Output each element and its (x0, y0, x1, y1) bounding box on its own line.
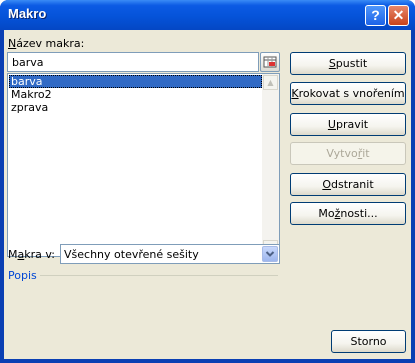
delete-button[interactable]: Odstranit (290, 173, 406, 196)
window-title: Makro (8, 6, 47, 21)
description-divider (40, 275, 278, 276)
list-scrollbar[interactable]: ▲ ▼ (262, 74, 279, 256)
list-item[interactable]: Makro2 (9, 88, 262, 101)
list-item[interactable]: zprava (9, 101, 262, 114)
scroll-up-icon[interactable]: ▲ (263, 75, 278, 90)
ref-edit-button[interactable] (260, 52, 280, 72)
options-button[interactable]: Možnosti... (290, 202, 406, 225)
close-button[interactable]: ✕ (388, 5, 409, 26)
create-button[interactable]: Vytvořit (290, 142, 406, 165)
title-bar[interactable]: Makro ? ✕ (0, 0, 415, 30)
run-button[interactable]: Spustit (290, 52, 406, 75)
collapse-dialog-icon (263, 56, 277, 68)
macro-list[interactable]: barva Makro2 zprava ▲ ▼ (7, 73, 280, 257)
chevron-down-icon (265, 251, 275, 257)
macros-in-select[interactable]: Všechny otevřené sešity (60, 244, 280, 264)
macros-in-value: Všechny otevřené sešity (64, 248, 199, 261)
macro-name-label: Název makra: (8, 37, 85, 50)
step-into-button[interactable]: Krokovat s vnořením (290, 82, 406, 105)
help-button[interactable]: ? (365, 5, 386, 26)
macros-in-label: Makra v: (8, 248, 55, 261)
cancel-button[interactable]: Storno (331, 330, 406, 353)
description-label: Popis (8, 269, 37, 282)
macro-name-input[interactable]: barva (7, 52, 259, 72)
macro-dialog: Makro ? ✕ Název makra: barva barva Makro… (0, 0, 415, 363)
edit-button[interactable]: Upravit (290, 113, 406, 136)
dropdown-button[interactable] (262, 246, 278, 262)
macro-name-value: barva (12, 56, 44, 69)
dialog-body: Název makra: barva barva Makro2 zprava ▲… (4, 30, 411, 359)
list-item[interactable]: barva (9, 75, 262, 88)
